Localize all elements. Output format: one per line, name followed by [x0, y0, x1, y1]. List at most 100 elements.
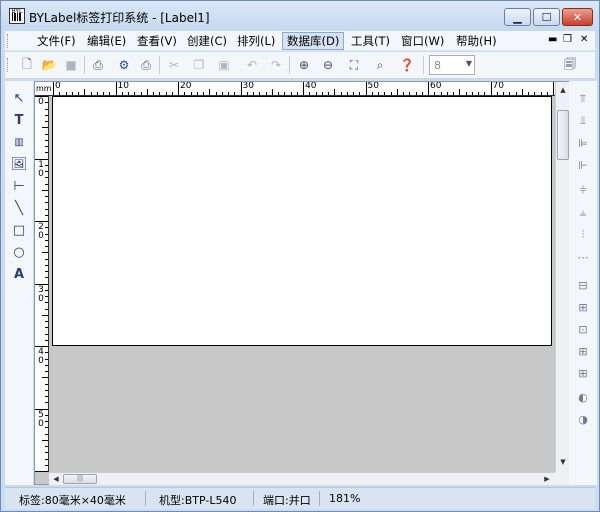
cut-icon[interactable]: ✂ [165, 56, 183, 74]
print-icon[interactable]: ⎙ [137, 56, 155, 74]
menu-create[interactable]: 创建(C) [183, 32, 231, 50]
text-tool-icon[interactable]: T [10, 111, 28, 129]
rich-text-tool-icon[interactable]: A [10, 265, 28, 283]
zoom-select-icon[interactable]: ⌕ [371, 56, 389, 74]
mdi-restore-button[interactable]: ❐ [563, 34, 572, 45]
label-paper[interactable] [52, 96, 552, 346]
rectangle-tool-icon[interactable]: □ [10, 221, 28, 239]
align-right-icon[interactable]: ⊩ [574, 157, 592, 173]
ruler-tick [121, 92, 123, 95]
ruler-tick [45, 271, 48, 272]
font-size-select[interactable]: 8 ▼ [429, 55, 475, 75]
ruler-tick [365, 82, 367, 95]
redo-icon[interactable]: ↷ [267, 56, 285, 74]
rotate-right-icon[interactable]: ◑ [574, 411, 592, 427]
center-vertical-icon[interactable]: ⫩ [574, 183, 592, 199]
scroll-down-icon[interactable]: ▼ [557, 456, 569, 468]
menu-arrange[interactable]: 排列(L) [233, 32, 279, 50]
ruler-tick [140, 92, 142, 95]
image-tool-icon[interactable]: 🖼 [10, 155, 28, 173]
ruler-tick [540, 92, 542, 95]
scroll-up-icon[interactable]: ▲ [557, 84, 569, 96]
print-setup-icon[interactable]: ⚙ [115, 56, 133, 74]
menu-view[interactable]: 查看(V) [133, 32, 181, 50]
menu-window[interactable]: 窗口(W) [397, 32, 448, 50]
ruler-tick [328, 92, 329, 95]
label-settings-icon[interactable]: 🗐 [561, 56, 579, 74]
ruler-tick [45, 427, 48, 429]
open-icon[interactable]: 📂 [40, 56, 58, 74]
ruler-tick [45, 139, 48, 141]
ruler-tick [45, 414, 48, 416]
zoom-in-icon[interactable]: ⊕ [295, 56, 313, 74]
ruler-label: 0 [55, 82, 61, 91]
align-top-icon[interactable]: ⫪ [574, 91, 592, 107]
menu-file[interactable]: 文件(F) [33, 32, 80, 50]
mdi-close-button[interactable]: ✕ [580, 34, 588, 45]
horizontal-scroll-thumb[interactable]: ||| [63, 474, 97, 484]
ruler-tick [353, 92, 354, 95]
center-horizontal-icon[interactable]: ⫨ [574, 205, 592, 221]
scroll-right-icon[interactable]: ▶ [541, 474, 553, 485]
ruler-tick [346, 92, 348, 95]
close-button[interactable]: ✕ [562, 8, 593, 26]
ruler-tick [253, 92, 254, 95]
menu-tools[interactable]: 工具(T) [347, 32, 394, 50]
menu-edit[interactable]: 编辑(E) [83, 32, 130, 50]
menu-grip[interactable] [7, 34, 10, 48]
scroll-left-icon[interactable]: ◀ [50, 474, 62, 485]
ruler-tick [390, 92, 392, 95]
title-bar[interactable]: BYL BYLabel标签打印系统 - [Label1] ▁ ☐ ✕ [1, 1, 599, 31]
same-height-icon[interactable]: ⊟ [574, 277, 592, 293]
align-left-icon[interactable]: ⊫ [574, 135, 592, 151]
barcode-tool-icon[interactable]: ▥ [10, 133, 28, 151]
maximize-button[interactable]: ☐ [533, 8, 560, 26]
vertical-scrollbar[interactable]: ▲ ▼ [555, 82, 569, 472]
undo-icon[interactable]: ↶ [243, 56, 261, 74]
help-icon[interactable]: ❓ [398, 56, 416, 74]
ellipse-tool-icon[interactable]: ○ [10, 243, 28, 261]
space-even-icon[interactable]: ⊞ [574, 343, 592, 359]
menu-help[interactable]: 帮助(H) [452, 32, 501, 50]
save-icon[interactable]: ■ [62, 56, 80, 74]
ruler-tick [45, 102, 48, 104]
select-arrow-icon[interactable]: ↖ [10, 89, 28, 107]
vertical-scroll-thumb[interactable] [557, 110, 569, 160]
distribute-vertical-icon[interactable]: ⫶ [574, 227, 592, 243]
ruler-tick [384, 92, 386, 95]
line-tool-icon[interactable]: ╲ [10, 199, 28, 217]
ruler-tick [446, 92, 448, 95]
menu-database[interactable]: 数据库(D) [282, 32, 345, 50]
paste-icon[interactable]: ▣ [215, 56, 233, 74]
align-bottom-icon[interactable]: ⫫ [574, 113, 592, 129]
space-equal-icon[interactable]: ⊞ [574, 365, 592, 381]
ruler-tick [45, 152, 48, 154]
zoom-out-icon[interactable]: ⊖ [319, 56, 337, 74]
distribute-horizontal-icon[interactable]: ⋯ [574, 249, 592, 265]
horizontal-line-tool-icon[interactable]: ⊢ [10, 177, 28, 195]
ruler-tick [45, 458, 48, 460]
mdi-minimize-button[interactable]: ▬ [548, 34, 557, 45]
new-icon[interactable]: 🗋 [18, 56, 36, 74]
ruler-label: 4 0 [38, 347, 44, 366]
ruler-tick [146, 89, 148, 95]
same-size-icon[interactable]: ⊡ [574, 321, 592, 337]
main-window: BYL BYLabel标签打印系统 - [Label1] ▁ ☐ ✕ 文件(F)… [0, 0, 600, 512]
ruler-tick [515, 92, 517, 95]
ruler-tick [45, 364, 48, 366]
ruler-tick [290, 92, 292, 95]
fit-page-icon[interactable]: ⛶ [345, 56, 363, 74]
design-canvas[interactable]: mm 01020304050607080 01 02 03 04 05 06 0… [34, 81, 569, 485]
ruler-tick [303, 82, 304, 95]
same-width-icon[interactable]: ⊞ [574, 299, 592, 315]
minimize-button[interactable]: ▁ [504, 8, 531, 26]
ruler-tick [45, 258, 48, 260]
print-preview-icon[interactable]: ⎙ [89, 56, 107, 74]
copy-icon[interactable]: ❐ [190, 56, 208, 74]
toolbar: 🗋 📂 ■ ⎙ ⚙ ⎙ ✂ ❐ ▣ ↶ ↷ ⊕ ⊖ ⛶ ⌕ ❓ 8 ▼ 🗐 [5, 52, 595, 79]
horizontal-scrollbar[interactable]: ◀ ||| ▶ [49, 472, 555, 485]
toolbar-grip[interactable] [7, 58, 10, 72]
ruler-tick [45, 352, 48, 354]
rotate-left-icon[interactable]: ◐ [574, 389, 592, 405]
ruler-tick [159, 92, 161, 95]
